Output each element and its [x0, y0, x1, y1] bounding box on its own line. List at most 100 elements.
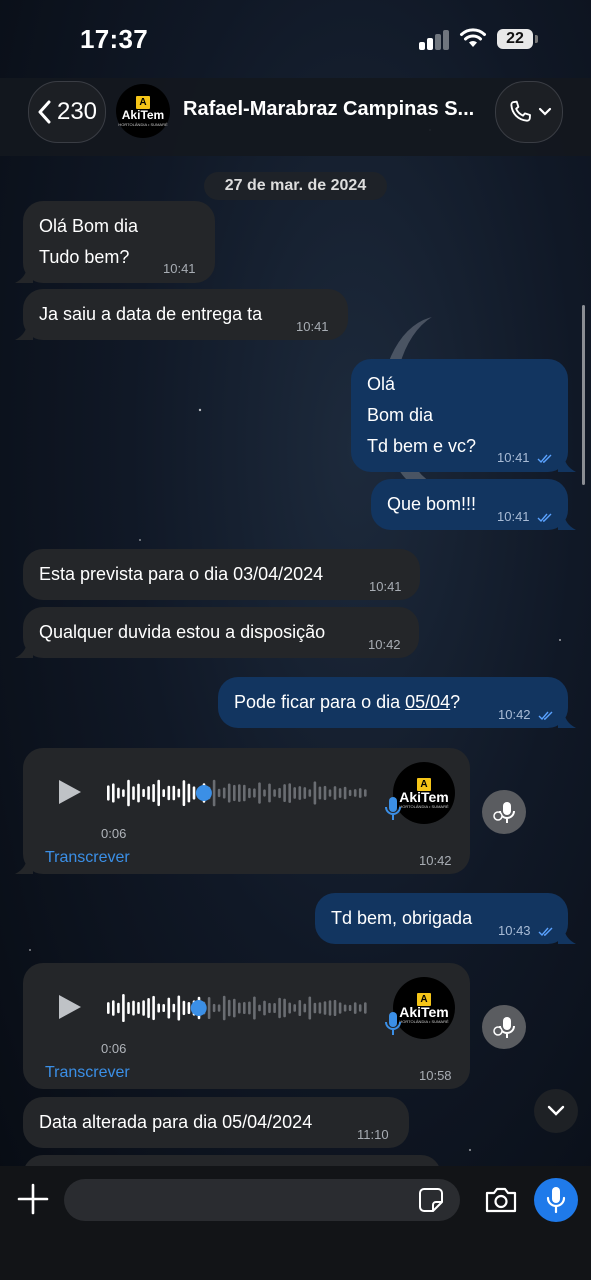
battery-indicator: 22	[497, 29, 533, 49]
outgoing-message[interactable]: Pode ficar para o dia 05/04? 10:42	[218, 677, 576, 728]
waveform-bar	[233, 784, 236, 802]
outgoing-message[interactable]: Td bem, obrigada 10:43	[315, 893, 576, 944]
call-button[interactable]	[495, 81, 563, 143]
outgoing-message[interactable]: Que bom!!! 10:41	[371, 479, 576, 530]
waveform-bar	[132, 786, 135, 800]
waveform-bar	[222, 995, 226, 1021]
message-text-post: ?	[450, 692, 461, 712]
waveform-bar	[293, 787, 296, 799]
waveform-bar	[137, 783, 140, 803]
voice-message[interactable]: 0:06 Transcrever A AkiTem HORTOLÂNDIA • …	[23, 963, 470, 1089]
waveform-bar	[217, 788, 221, 798]
bubble-tail	[558, 454, 576, 472]
waveform-bar	[227, 999, 231, 1017]
back-button[interactable]: 230	[28, 81, 106, 143]
transcribe-side-button[interactable]	[482, 1005, 526, 1049]
waveform-bar	[238, 1002, 241, 1014]
transcribe-button[interactable]: Transcrever	[45, 1057, 130, 1088]
waveform-bar	[364, 789, 367, 797]
message-input[interactable]	[64, 1179, 460, 1221]
waveform-bar	[313, 1002, 317, 1014]
message-text: Td bem, obrigada	[331, 908, 473, 928]
waveform-bar	[212, 779, 216, 807]
waveform-bar	[283, 998, 286, 1018]
waveform-bar	[263, 789, 266, 797]
read-receipt-icon	[537, 513, 552, 522]
chevron-down-icon	[547, 1105, 565, 1116]
status-time: 17:37	[80, 24, 148, 54]
waveform-bar	[348, 1004, 352, 1011]
incoming-message[interactable]: Qualquer duvida estou a disposição 10:42	[15, 607, 419, 658]
incoming-message[interactable]: Esta prevista para o dia 03/04/2024 10:4…	[23, 549, 420, 600]
waveform-bar	[258, 782, 261, 804]
waveform-bar	[172, 785, 176, 801]
waveform-bar	[308, 789, 312, 797]
waveform-bar	[328, 789, 332, 797]
waveform-bar	[117, 1002, 120, 1014]
waveform-bar	[122, 994, 125, 1022]
record-voice-button[interactable]	[534, 1178, 578, 1222]
transcribe-button[interactable]: Transcrever	[45, 842, 130, 873]
waveform-bar	[117, 787, 120, 799]
playback-handle[interactable]	[195, 785, 212, 801]
battery-tip	[535, 35, 538, 43]
read-receipt-icon	[538, 927, 553, 936]
waveform-bar	[263, 1000, 266, 1016]
waveform-bar	[303, 787, 307, 799]
playback-handle[interactable]	[190, 1000, 207, 1016]
read-receipt-icon	[538, 711, 553, 720]
waveform-bar	[318, 786, 322, 800]
waveform-bar	[217, 1004, 221, 1012]
waveform-bar	[288, 1002, 291, 1014]
incoming-message[interactable]: Data alterada para dia 05/04/2024 11:10	[23, 1097, 409, 1148]
waveform-bar	[243, 1002, 246, 1014]
transcribe-side-button[interactable]	[482, 790, 526, 834]
waveform-bar	[137, 1002, 140, 1014]
message-text: Ja saiu a data de entrega ta	[39, 304, 263, 324]
waveform-bar	[152, 784, 155, 803]
waveform-bar	[328, 1000, 332, 1016]
scrollbar[interactable]	[582, 305, 585, 485]
waveform-bar	[338, 1002, 342, 1014]
contact-name[interactable]: Rafael-Marabraz Campinas S...	[183, 98, 473, 121]
incoming-message[interactable]: Ja saiu a data de entrega ta 10:41	[15, 289, 348, 340]
waveform[interactable]	[107, 774, 369, 812]
scroll-to-bottom-button[interactable]	[534, 1089, 578, 1133]
waveform-bar	[177, 788, 181, 798]
waveform-bar	[177, 995, 181, 1021]
waveform[interactable]	[107, 989, 369, 1027]
outgoing-message[interactable]: Olá Bom dia Td bem e vc? 10:41	[351, 359, 576, 472]
contact-avatar[interactable]: A AkiTem HORTOLÂNDIA • SUMARÉ	[116, 84, 170, 138]
waveform-bar	[122, 789, 125, 797]
waveform-bar	[248, 788, 251, 799]
sender-avatar: A AkiTem HORTOLÂNDIA • SUMARÉ	[393, 762, 455, 824]
waveform-bar	[127, 1002, 130, 1014]
logo-sub: HORTOLÂNDIA • SUMARÉ	[118, 121, 168, 127]
logo-text: AkiTem	[399, 1003, 449, 1020]
plus-icon[interactable]	[16, 1182, 50, 1216]
mic-icon	[385, 797, 401, 820]
waveform-bar	[308, 996, 312, 1020]
play-icon[interactable]	[59, 995, 81, 1019]
message-time: 10:43	[498, 924, 554, 938]
waveform-bar	[268, 783, 271, 803]
sender-avatar: A AkiTem HORTOLÂNDIA • SUMARÉ	[393, 977, 455, 1039]
play-icon[interactable]	[59, 780, 81, 804]
waveform-bar	[182, 1000, 186, 1016]
waveform-bar	[348, 789, 352, 797]
waveform-bar	[298, 786, 302, 800]
incoming-message[interactable]: Olá Bom dia Tudo bem? 10:41	[15, 201, 215, 283]
logo-text: AkiTem	[121, 107, 165, 122]
sticker-icon[interactable]	[418, 1187, 444, 1213]
waveform-bar	[333, 786, 337, 800]
date-link[interactable]: 05/04	[405, 692, 450, 712]
camera-icon[interactable]	[484, 1186, 518, 1214]
logo-text: AkiTem	[399, 788, 449, 805]
waveform-bar	[107, 785, 110, 801]
read-receipt-icon	[537, 454, 552, 463]
message-time: 10:41	[296, 319, 329, 334]
message-text: Pode ficar para o dia 05/04?	[234, 687, 460, 718]
waveform-bar	[293, 1004, 296, 1012]
bubble-tail	[15, 640, 33, 658]
voice-message[interactable]: 0:06 Transcrever A AkiTem HORTOLÂNDIA • …	[15, 748, 470, 874]
